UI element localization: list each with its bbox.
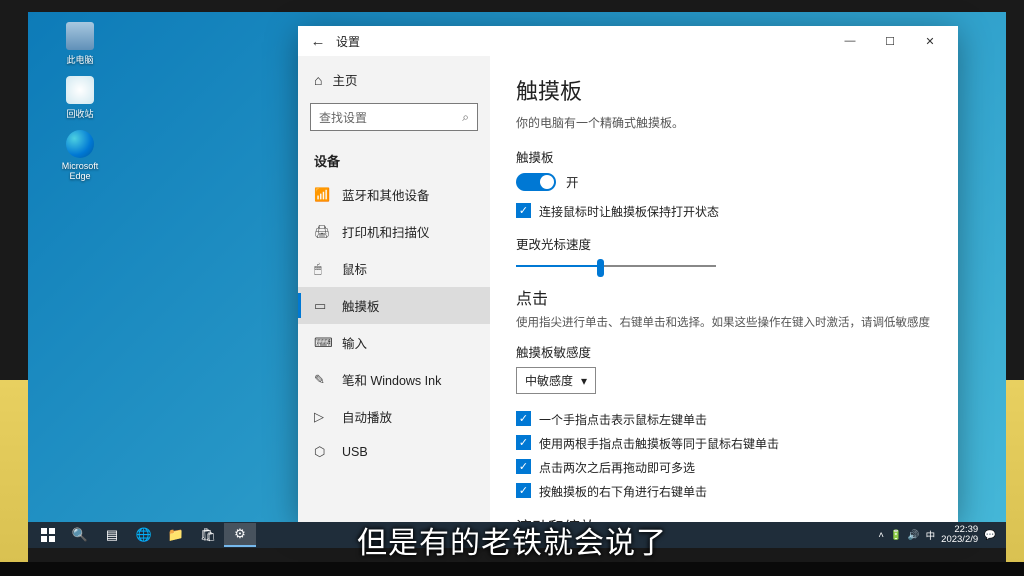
nav-category: 设备 bbox=[298, 141, 490, 176]
nav-item[interactable]: 🖨 打印机和扫描仪 bbox=[298, 213, 490, 250]
page-title: 触摸板 bbox=[516, 74, 932, 106]
taskbar-explorer[interactable]: 📁 bbox=[160, 523, 192, 547]
titlebar: ← 设置 — ☐ ✕ bbox=[298, 26, 958, 56]
taskbar-store[interactable]: 🛍 bbox=[192, 523, 224, 547]
checkbox-label: 按触摸板的右下角进行右键单击 bbox=[539, 483, 707, 500]
checkbox[interactable]: ✓ bbox=[516, 459, 531, 474]
nav-item[interactable]: ⌨ 输入 bbox=[298, 324, 490, 361]
nav-item-label: USB bbox=[342, 445, 368, 459]
checkbox-label: 点击两次之后再拖动即可多选 bbox=[539, 459, 695, 476]
taps-heading: 点击 bbox=[516, 285, 932, 309]
tray-battery-icon[interactable]: 🔋 bbox=[890, 530, 902, 541]
nav-item-icon: ⬡ bbox=[314, 444, 330, 460]
nav-item[interactable]: 🖱 鼠标 bbox=[298, 250, 490, 287]
desk-edge bbox=[1006, 380, 1024, 576]
taskbar-taskview[interactable]: ▤ bbox=[96, 523, 128, 547]
page-subtitle: 你的电脑有一个精确式触摸板。 bbox=[516, 114, 932, 131]
settings-search[interactable]: 查找设置 ⌕ bbox=[310, 103, 478, 131]
taskbar-clock[interactable]: 22:39 2023/2/9 bbox=[941, 525, 978, 545]
minimize-button[interactable]: — bbox=[830, 26, 870, 56]
nav-item[interactable]: ⬡ USB bbox=[298, 435, 490, 469]
checkbox[interactable]: ✓ bbox=[516, 435, 531, 450]
desktop-icon-label: 此电脑 bbox=[56, 53, 104, 66]
checkbox-label: 连接鼠标时让触摸板保持打开状态 bbox=[539, 203, 719, 220]
toggle-label: 触摸板 bbox=[516, 147, 932, 166]
nav-item[interactable]: 📶 蓝牙和其他设备 bbox=[298, 176, 490, 213]
slider-thumb[interactable] bbox=[597, 259, 604, 277]
monitor-bezel-bottom bbox=[0, 562, 1024, 576]
desktop-icon-label: Microsoft Edge bbox=[56, 161, 104, 181]
windows-icon bbox=[41, 528, 55, 542]
nav-item-icon: ▭ bbox=[314, 298, 330, 314]
start-button[interactable] bbox=[32, 523, 64, 547]
cursor-speed-slider[interactable] bbox=[516, 265, 716, 267]
taskbar-edge[interactable]: 🌐 bbox=[128, 523, 160, 547]
desktop-icon-recycle-bin[interactable]: 回收站 bbox=[56, 76, 104, 120]
sensitivity-label: 触摸板敏感度 bbox=[516, 342, 932, 361]
nav-item-label: 输入 bbox=[342, 333, 367, 352]
tray-volume-icon[interactable]: 🔊 bbox=[908, 530, 920, 541]
nav-item-icon: 🖱 bbox=[314, 261, 330, 277]
tray-ime-icon[interactable]: 中 bbox=[926, 528, 936, 542]
recycle-icon bbox=[66, 76, 94, 104]
pc-icon bbox=[66, 22, 94, 50]
search-icon: ⌕ bbox=[462, 110, 469, 125]
nav-home[interactable]: ⌂ 主页 bbox=[298, 62, 490, 97]
nav-item-icon: ⌨ bbox=[314, 335, 330, 351]
checkbox[interactable]: ✓ bbox=[516, 483, 531, 498]
settings-window: ← 设置 — ☐ ✕ ⌂ 主页 查找设置 ⌕ 设备 📶 蓝牙和其他设备 🖨 打印机和扫… bbox=[298, 26, 958, 522]
settings-content: 触摸板 你的电脑有一个精确式触摸板。 触摸板 开 ✓ 连接鼠标时让触摸板保持打开… bbox=[490, 56, 958, 522]
taskbar-search[interactable]: 🔍 bbox=[64, 523, 96, 547]
checkbox-label: 一个手指点击表示鼠标左键单击 bbox=[539, 411, 707, 428]
nav-item-icon: ✎ bbox=[314, 372, 330, 388]
chevron-down-icon: ▾ bbox=[581, 374, 587, 388]
nav-item[interactable]: ▷ 自动播放 bbox=[298, 398, 490, 435]
nav-item-label: 自动播放 bbox=[342, 407, 392, 426]
nav-item-label: 打印机和扫描仪 bbox=[342, 222, 430, 241]
scroll-heading: 滚动和缩放 bbox=[516, 514, 932, 522]
touchpad-toggle[interactable] bbox=[516, 173, 556, 191]
desktop-icon-edge[interactable]: Microsoft Edge bbox=[56, 130, 104, 181]
nav-item-icon: 📶 bbox=[314, 187, 330, 203]
nav-item-label: 蓝牙和其他设备 bbox=[342, 185, 430, 204]
search-placeholder: 查找设置 bbox=[319, 109, 367, 126]
checkbox-label: 使用两根手指点击触摸板等同于鼠标右键单击 bbox=[539, 435, 779, 452]
nav-home-label: 主页 bbox=[332, 70, 357, 89]
checkbox[interactable]: ✓ bbox=[516, 411, 531, 426]
home-icon: ⌂ bbox=[314, 72, 322, 88]
cursor-speed-label: 更改光标速度 bbox=[516, 234, 932, 253]
settings-nav: ⌂ 主页 查找设置 ⌕ 设备 📶 蓝牙和其他设备 🖨 打印机和扫描仪 🖱 鼠标 ▭ 触摸板 ⌨ 输… bbox=[298, 56, 490, 522]
edge-icon bbox=[66, 130, 94, 158]
taps-help: 使用指尖进行单击、右键单击和选择。如果这些操作在键入时激活，请调低敏感度 bbox=[516, 315, 932, 332]
nav-item-label: 鼠标 bbox=[342, 259, 367, 278]
sensitivity-dropdown[interactable]: 中敏感度 ▾ bbox=[516, 367, 596, 394]
back-button[interactable]: ← bbox=[306, 33, 330, 50]
taskbar-settings[interactable]: ⚙ bbox=[224, 523, 256, 547]
desktop-icon-this-pc[interactable]: 此电脑 bbox=[56, 22, 104, 66]
nav-item[interactable]: ✎ 笔和 Windows Ink bbox=[298, 361, 490, 398]
dropdown-value: 中敏感度 bbox=[525, 372, 573, 389]
system-tray[interactable]: ˄ 🔋 🔊 中 22:39 2023/2/9 💬 bbox=[878, 525, 1002, 545]
window-title: 设置 bbox=[336, 33, 360, 50]
tray-chevron-icon[interactable]: ˄ bbox=[878, 530, 884, 541]
nav-item[interactable]: ▭ 触摸板 bbox=[298, 287, 490, 324]
nav-item-icon: 🖨 bbox=[314, 224, 330, 240]
taskbar: 🔍 ▤ 🌐 📁 🛍 ⚙ ˄ 🔋 🔊 中 22:39 2023/2/9 💬 bbox=[28, 522, 1006, 548]
clock-date: 2023/2/9 bbox=[941, 535, 978, 545]
desk-edge bbox=[0, 380, 28, 576]
nav-item-label: 笔和 Windows Ink bbox=[342, 370, 441, 389]
maximize-button[interactable]: ☐ bbox=[870, 26, 910, 56]
nav-item-icon: ▷ bbox=[314, 409, 330, 425]
tray-notifications-icon[interactable]: 💬 bbox=[984, 530, 996, 541]
desktop-screen: 此电脑 回收站 Microsoft Edge ← 设置 — ☐ ✕ ⌂ 主页 查… bbox=[28, 12, 1006, 548]
nav-item-label: 触摸板 bbox=[342, 296, 380, 315]
toggle-state: 开 bbox=[566, 172, 579, 191]
checkbox-keep-on-mouse[interactable]: ✓ bbox=[516, 203, 531, 218]
close-button[interactable]: ✕ bbox=[910, 26, 950, 56]
desktop-icon-label: 回收站 bbox=[56, 107, 104, 120]
